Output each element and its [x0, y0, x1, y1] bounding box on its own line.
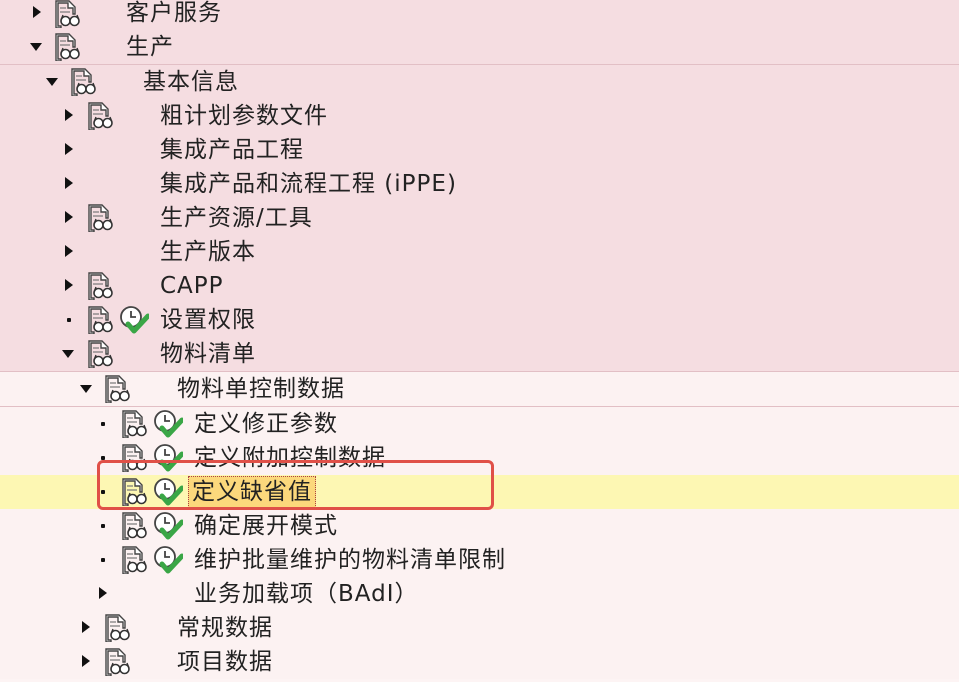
expand-arrow-icon[interactable]: [82, 621, 90, 633]
tree-node-label: 客户服务: [126, 0, 222, 26]
tree-node-label: 生产版本: [160, 239, 256, 265]
tree-node-integrated-product-eng[interactable]: 集成产品工程: [0, 133, 959, 167]
document-glasses-icon: [119, 444, 147, 472]
document-glasses-icon: [102, 375, 130, 403]
expand-arrow-icon[interactable]: [99, 587, 107, 599]
leaf-bullet-icon: [67, 318, 71, 322]
tree-node-label: 集成产品和流程工程 (iPPE): [160, 171, 457, 197]
leaf-bullet-icon: [101, 558, 105, 562]
tree-node-basic-data[interactable]: 基本信息: [0, 65, 959, 99]
leaf-bullet-icon: [101, 422, 105, 426]
tree-node-label: 定义修正参数: [194, 411, 338, 437]
document-glasses-icon: [102, 648, 130, 676]
expand-arrow-icon[interactable]: [65, 109, 73, 121]
tree-node-label: 项目数据: [177, 649, 273, 675]
collapse-arrow-icon[interactable]: [30, 43, 42, 51]
document-glasses-icon: [85, 102, 113, 130]
collapse-arrow-icon[interactable]: [46, 78, 58, 86]
execute-clock-check-icon[interactable]: [153, 545, 183, 575]
tree-node-label: 基本信息: [143, 69, 239, 95]
expand-arrow-icon[interactable]: [65, 245, 73, 257]
leaf-bullet-icon: [101, 524, 105, 528]
tree-node-define-additional-control[interactable]: 定义附加控制数据: [0, 441, 959, 475]
tree-node-label: 生产资源/工具: [160, 205, 313, 231]
expand-arrow-icon[interactable]: [82, 655, 90, 667]
tree-node-determine-explosion-type[interactable]: 确定展开模式: [0, 509, 959, 543]
document-glasses-icon: [102, 614, 130, 642]
leaf-bullet-icon: [101, 456, 105, 460]
tree-node-production[interactable]: 生产: [0, 30, 959, 65]
tree-node-production-version[interactable]: 生产版本: [0, 235, 959, 269]
expand-arrow-icon[interactable]: [33, 6, 41, 18]
tree-node-ippe[interactable]: 集成产品和流程工程 (iPPE): [0, 167, 959, 201]
tree-node-label: 确定展开模式: [194, 513, 338, 539]
expand-arrow-icon[interactable]: [65, 211, 73, 223]
collapse-arrow-icon[interactable]: [62, 350, 74, 358]
leaf-bullet-icon: [101, 490, 105, 494]
document-glasses-icon: [85, 340, 113, 368]
tree-node-label: 常规数据: [177, 615, 273, 641]
document-glasses-icon: [119, 478, 147, 506]
tree-node-prt[interactable]: 生产资源/工具: [0, 201, 959, 235]
execute-clock-check-icon[interactable]: [119, 305, 149, 335]
tree-node-label: 物料单控制数据: [177, 376, 345, 402]
execute-clock-check-icon[interactable]: [153, 443, 183, 473]
tree-node-label: 集成产品工程: [160, 137, 304, 163]
tree-node-bom[interactable]: 物料清单: [0, 337, 959, 372]
expand-arrow-icon[interactable]: [65, 279, 73, 291]
document-glasses-icon: [85, 306, 113, 334]
expand-arrow-icon[interactable]: [65, 143, 73, 155]
tree-node-label: 业务加载项（BAdI）: [194, 581, 419, 607]
tree-node-label: 维护批量维护的物料清单限制: [194, 547, 506, 573]
execute-clock-check-icon[interactable]: [153, 511, 183, 541]
tree-node-rough-planning[interactable]: 粗计划参数文件: [0, 99, 959, 133]
tree-node-label: 物料清单: [160, 341, 256, 367]
tree-node-badi[interactable]: 业务加载项（BAdI）: [0, 577, 959, 611]
tree-node-customer-service[interactable]: 客户服务: [0, 0, 959, 30]
tree-node-label: 粗计划参数文件: [160, 103, 328, 129]
tree-node-capp[interactable]: CAPP: [0, 269, 959, 303]
document-glasses-icon: [85, 272, 113, 300]
document-glasses-icon: [85, 204, 113, 232]
tree-node-define-modification-params[interactable]: 定义修正参数: [0, 407, 959, 441]
document-glasses-icon: [119, 546, 147, 574]
document-glasses-icon: [52, 33, 80, 61]
img-tree: 客户服务 生产 基本信息 粗计划参数文件 集成产品工程 集成产品和流程工程 (i…: [0, 0, 959, 679]
tree-node-label: 设置权限: [160, 307, 256, 333]
tree-node-maintain-bulk-limit[interactable]: 维护批量维护的物料清单限制: [0, 543, 959, 577]
tree-node-general-data[interactable]: 常规数据: [0, 611, 959, 645]
tree-node-bom-control-data[interactable]: 物料单控制数据: [0, 372, 959, 407]
document-glasses-icon: [68, 68, 96, 96]
tree-node-label-selected: 定义缺省值: [188, 476, 316, 508]
tree-node-label: CAPP: [160, 273, 224, 299]
document-glasses-icon: [119, 512, 147, 540]
collapse-arrow-icon[interactable]: [80, 385, 92, 393]
tree-node-label: 生产: [126, 34, 174, 60]
execute-clock-check-icon[interactable]: [153, 477, 183, 507]
tree-node-authorizations[interactable]: 设置权限: [0, 303, 959, 337]
tree-node-define-defaults[interactable]: 定义缺省值: [0, 475, 959, 509]
expand-arrow-icon[interactable]: [65, 177, 73, 189]
tree-node-label: 定义附加控制数据: [194, 445, 386, 471]
execute-clock-check-icon[interactable]: [153, 409, 183, 439]
document-glasses-icon: [52, 0, 80, 28]
tree-node-item-data[interactable]: 项目数据: [0, 645, 959, 679]
document-glasses-icon: [119, 410, 147, 438]
